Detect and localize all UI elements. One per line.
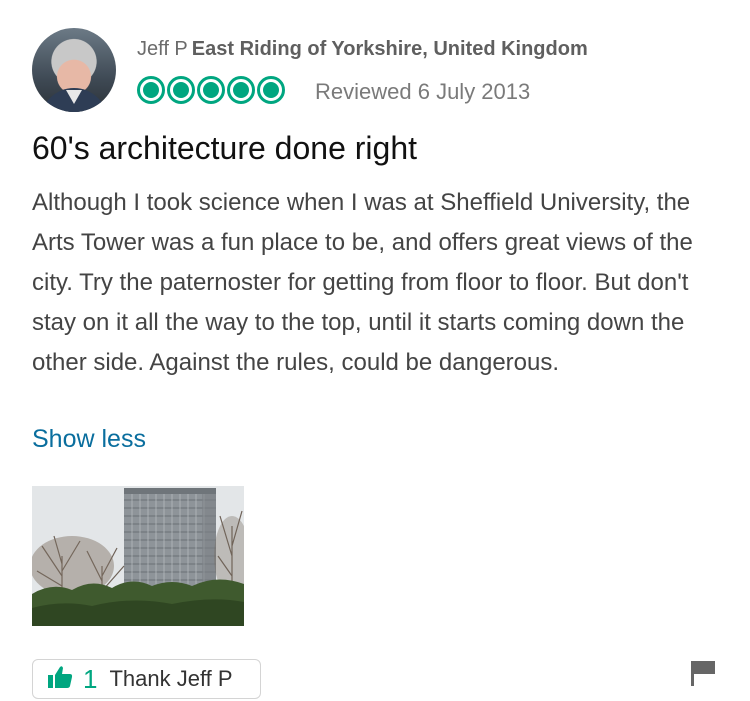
rating-bubble-icon (137, 76, 165, 104)
reviewer-avatar[interactable] (32, 28, 116, 112)
arts-tower-photo-image (32, 486, 244, 626)
rating-bubble-icon (257, 76, 285, 104)
review-title: 60's architecture done right (32, 130, 417, 166)
reviewer-info: Jeff P East Riding of Yorkshire, United K… (137, 38, 588, 61)
show-less-link[interactable]: Show less (32, 425, 146, 454)
review-photo[interactable] (32, 486, 244, 626)
review-date: Reviewed 6 July 2013 (315, 79, 531, 104)
rating-bubbles (137, 76, 285, 104)
rating-bubble-icon (227, 76, 255, 104)
thumbs-up-icon (47, 665, 73, 694)
flag-icon[interactable] (690, 660, 716, 691)
thank-label: Thank Jeff P (109, 666, 233, 691)
thank-reviewer-button[interactable]: 1 Thank Jeff P (32, 659, 261, 699)
rating-bubble-icon (167, 76, 195, 104)
review-body: Although I took science when I was at Sh… (32, 189, 693, 376)
reviewer-location: East Riding of Yorkshire, United Kingdom (191, 38, 588, 60)
rating-bubble-icon (197, 76, 225, 104)
thank-count: 1 (83, 663, 98, 694)
reviewer-name[interactable]: Jeff P (137, 38, 188, 60)
